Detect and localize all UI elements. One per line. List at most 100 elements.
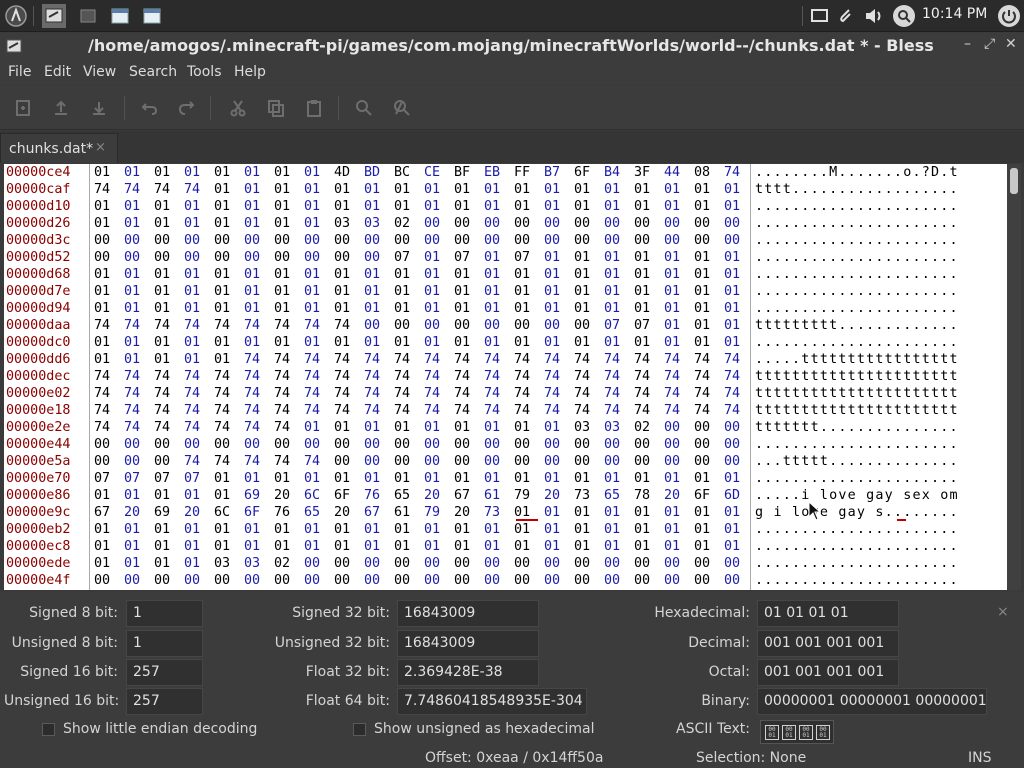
hex-byte[interactable]: 00 [304,436,330,453]
hex-byte[interactable]: 00 [604,436,630,453]
hex-byte[interactable]: 00 [574,436,600,453]
hex-byte[interactable]: 01 [244,266,270,283]
hex-byte[interactable]: 01 [184,198,210,215]
hex-byte[interactable]: 00 [484,232,510,249]
hex-byte[interactable]: 74 [454,351,480,368]
hex-byte[interactable]: 74 [124,385,150,402]
hex-byte[interactable]: 01 [634,181,660,198]
save-file-icon[interactable] [89,98,109,118]
hex-byte[interactable]: 74 [214,419,240,436]
ascii-row[interactable]: tttttttttttttttttttttt [755,402,959,419]
hex-byte[interactable]: 01 [304,198,330,215]
hex-byte[interactable]: 01 [94,198,120,215]
hex-byte[interactable]: 01 [334,470,360,487]
hex-byte[interactable]: 01 [604,334,630,351]
hex-byte[interactable]: 00 [304,232,330,249]
hex-byte[interactable]: 74 [514,368,540,385]
hex-byte[interactable]: 01 [424,470,450,487]
hex-byte[interactable]: 01 [724,266,750,283]
hex-byte[interactable]: 00 [94,572,120,589]
hex-byte[interactable]: 01 [154,215,180,232]
hex-byte[interactable]: 00 [694,572,720,589]
ascii-row[interactable]: ...................... [755,436,959,453]
hex-byte[interactable]: 07 [154,470,180,487]
hex-byte[interactable]: 01 [544,538,570,555]
hex-byte[interactable]: 00 [514,232,540,249]
hex-byte[interactable]: 74 [154,181,180,198]
hex-byte[interactable]: 01 [364,266,390,283]
hex-byte[interactable]: 74 [544,385,570,402]
hex-byte[interactable]: 74 [394,385,420,402]
hex-byte[interactable]: 01 [604,470,630,487]
hex-byte[interactable]: 00 [694,555,720,572]
hex-byte[interactable]: 01 [184,538,210,555]
hex-byte[interactable]: 00 [334,555,360,572]
hex-byte[interactable]: 00 [304,249,330,266]
search-icon[interactable] [892,4,916,28]
hex-byte[interactable]: 00 [604,572,630,589]
hex-byte[interactable]: 01 [664,538,690,555]
hex-byte[interactable]: B7 [544,164,570,181]
hex-byte[interactable]: 01 [94,521,120,538]
hex-byte[interactable]: 00 [154,249,180,266]
hex-byte[interactable]: 3F [634,164,660,181]
hex-byte[interactable]: 74 [184,385,210,402]
float32-field[interactable]: 2.369428E-38 [397,659,539,686]
hex-byte[interactable]: 6D [724,487,750,504]
hex-byte[interactable]: 01 [154,283,180,300]
hex-byte[interactable]: 74 [634,351,660,368]
hex-byte[interactable]: 00 [184,249,210,266]
hex-byte[interactable]: 00 [634,453,660,470]
hex-byte[interactable]: 00 [124,436,150,453]
hex-byte[interactable]: 01 [274,215,300,232]
volume-icon[interactable] [862,4,886,28]
hex-byte[interactable]: 74 [184,419,210,436]
hex-byte[interactable]: 74 [364,385,390,402]
hex-byte[interactable]: 01 [544,249,570,266]
close-button[interactable]: ✕ [1005,36,1017,52]
hex-byte[interactable]: 74 [724,385,750,402]
hex-byte[interactable]: 01 [154,198,180,215]
hex-byte[interactable]: 00 [454,572,480,589]
hex-byte[interactable]: 01 [184,283,210,300]
hex-byte[interactable]: 01 [724,504,750,521]
hex-byte[interactable]: 01 [334,181,360,198]
menu-tools[interactable]: Tools [187,64,222,80]
hex-byte[interactable]: 01 [394,521,420,538]
hex-byte[interactable]: 01 [124,351,150,368]
hex-byte[interactable]: 01 [724,181,750,198]
hex-byte[interactable]: 74 [394,351,420,368]
hex-byte[interactable]: 00 [184,436,210,453]
chat-icon[interactable] [808,4,832,28]
hex-byte[interactable]: 00 [664,215,690,232]
hex-byte[interactable]: 01 [454,181,480,198]
hex-byte[interactable]: 00 [364,232,390,249]
hex-byte[interactable]: 74 [454,368,480,385]
hex-byte[interactable]: 01 [184,521,210,538]
hex-byte[interactable]: 74 [94,368,120,385]
hex-byte[interactable]: 74 [214,453,240,470]
ascii-row[interactable]: ...................... [755,538,959,555]
hex-byte[interactable]: 74 [484,402,510,419]
hex-byte[interactable]: 00 [574,215,600,232]
hex-byte[interactable]: 00 [454,215,480,232]
ascii-row[interactable]: ...ttttt.............. [755,453,959,470]
hex-byte[interactable]: 79 [424,504,450,521]
hex-byte[interactable]: 01 [154,266,180,283]
hex-byte[interactable]: BF [454,164,480,181]
ascii-row[interactable]: ...................... [755,249,959,266]
hex-byte[interactable]: 00 [574,453,600,470]
hex-byte[interactable]: 07 [94,470,120,487]
hex-byte[interactable]: 01 [514,470,540,487]
hex-byte[interactable]: 01 [94,487,120,504]
hex-byte[interactable]: 00 [724,453,750,470]
little-endian-checkbox[interactable] [42,723,55,736]
hex-byte[interactable]: 01 [574,504,600,521]
hex-byte[interactable]: 01 [574,198,600,215]
hex-byte[interactable]: 01 [514,419,540,436]
hex-byte[interactable]: 03 [334,215,360,232]
hex-byte[interactable]: 01 [214,487,240,504]
hex-byte[interactable]: 01 [484,198,510,215]
hex-byte[interactable]: 01 [184,351,210,368]
hex-byte[interactable]: 01 [484,181,510,198]
